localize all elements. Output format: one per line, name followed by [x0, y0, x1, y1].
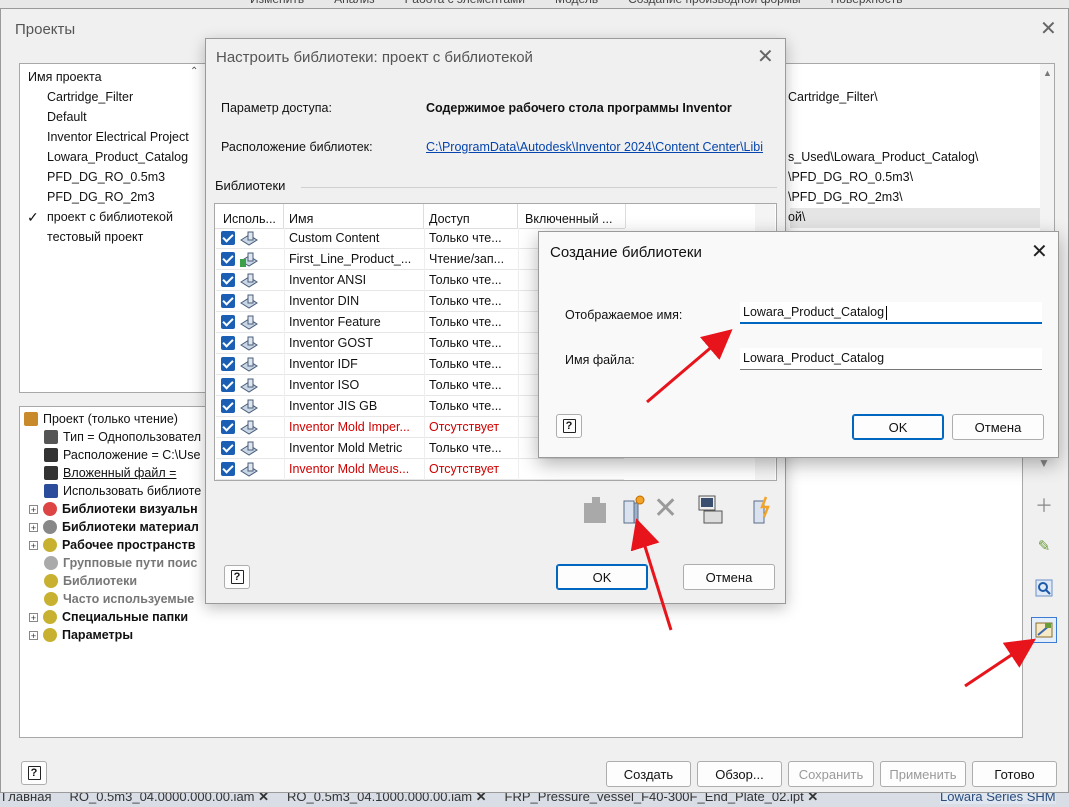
annotation-arrows: [630, 329, 1036, 688]
arrow-to-configure-icon: [964, 638, 1036, 688]
arrow-to-create-library-icon: [630, 518, 673, 631]
arrow-to-display-name: [646, 329, 733, 404]
